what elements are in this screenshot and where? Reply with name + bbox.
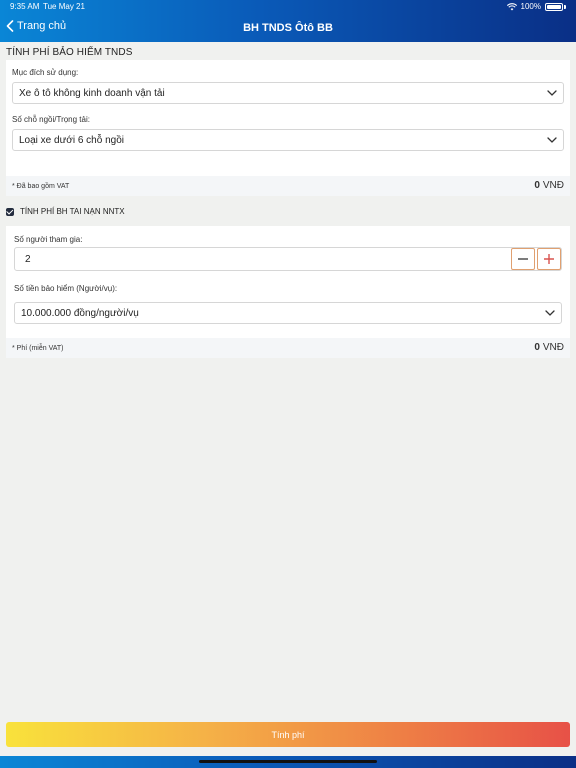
participants-label: Số người tham gia:: [14, 235, 83, 244]
seats-value: Loại xe dưới 6 chỗ ngồi: [19, 134, 124, 146]
status-time: 9:35 AM: [10, 2, 40, 11]
insured-label: Số tiền bảo hiểm (Người/vụ):: [14, 284, 118, 293]
status-date: Tue May 21: [43, 2, 85, 11]
insured-value: 10.000.000 đồng/người/vụ: [21, 307, 139, 319]
home-indicator[interactable]: [199, 760, 377, 763]
tnds-fee-currency: VNĐ: [542, 180, 564, 191]
tnds-fee-note: * Đã bao gồm VAT: [12, 183, 70, 190]
accident-checkbox-label: TÍNH PHÍ BH TAI NẠN NNTX: [20, 207, 125, 216]
participants-stepper: [509, 248, 561, 270]
seats-label: Số chỗ ngồi/Trọng tải:: [12, 115, 90, 124]
purpose-value: Xe ô tô không kinh doanh vận tải: [19, 87, 165, 99]
accident-checkbox-row[interactable]: TÍNH PHÍ BH TAI NẠN NNTX: [6, 207, 125, 216]
minus-icon: [518, 258, 528, 260]
accident-fee-row: * Phí (miễn VAT) 0 VNĐ: [6, 338, 570, 358]
purpose-select[interactable]: Xe ô tô không kinh doanh vận tải: [12, 82, 564, 104]
accident-fee-value: 0 VNĐ: [534, 342, 564, 353]
participants-input[interactable]: 2: [25, 254, 31, 265]
accident-fee-amount: 0: [534, 342, 540, 353]
tnds-section-header: TÍNH PHÍ BẢO HIỂM TNDS: [6, 47, 133, 58]
calculate-button[interactable]: Tính phí: [6, 722, 570, 747]
tnds-panel: Mục đích sử dụng: Xe ô tô không kinh doa…: [6, 60, 570, 176]
wifi-icon: [506, 2, 517, 10]
accident-panel: Số người tham gia: 2 Số tiền bảo hiểm (N…: [6, 226, 570, 338]
decrement-button[interactable]: [511, 248, 535, 270]
battery-icon: [545, 2, 563, 11]
bottom-bar: [0, 756, 576, 768]
insured-select[interactable]: 10.000.000 đồng/người/vụ: [14, 302, 562, 324]
top-bar: 9:35 AM Tue May 21 100% Trang chủ BH TND…: [0, 0, 576, 42]
participants-field: 2: [14, 247, 562, 271]
tnds-fee-value: 0 VNĐ: [534, 180, 564, 191]
tnds-fee-amount: 0: [534, 180, 540, 191]
seats-select[interactable]: Loại xe dưới 6 chỗ ngồi: [12, 129, 564, 151]
calculate-label: Tính phí: [271, 729, 305, 740]
chevron-down-icon: [545, 310, 555, 316]
accident-fee-currency: VNĐ: [542, 342, 564, 353]
nav-bar: Trang chủ BH TNDS Ôtô BB: [0, 14, 576, 42]
accident-checkbox[interactable]: [6, 207, 14, 216]
accident-fee-note: * Phí (miễn VAT): [12, 345, 64, 352]
tnds-fee-row: * Đã bao gồm VAT 0 VNĐ: [6, 176, 570, 196]
chevron-down-icon: [547, 90, 557, 96]
status-bar: 9:35 AM Tue May 21 100%: [10, 2, 566, 14]
increment-button[interactable]: [537, 248, 561, 270]
chevron-down-icon: [547, 137, 557, 143]
battery-percent: 100%: [520, 2, 541, 11]
battery-cap: [564, 4, 566, 9]
status-right: 100%: [506, 2, 566, 11]
plus-icon: [544, 254, 554, 264]
page-title: BH TNDS Ôtô BB: [243, 22, 333, 34]
purpose-label: Mục đích sử dụng:: [12, 68, 79, 77]
